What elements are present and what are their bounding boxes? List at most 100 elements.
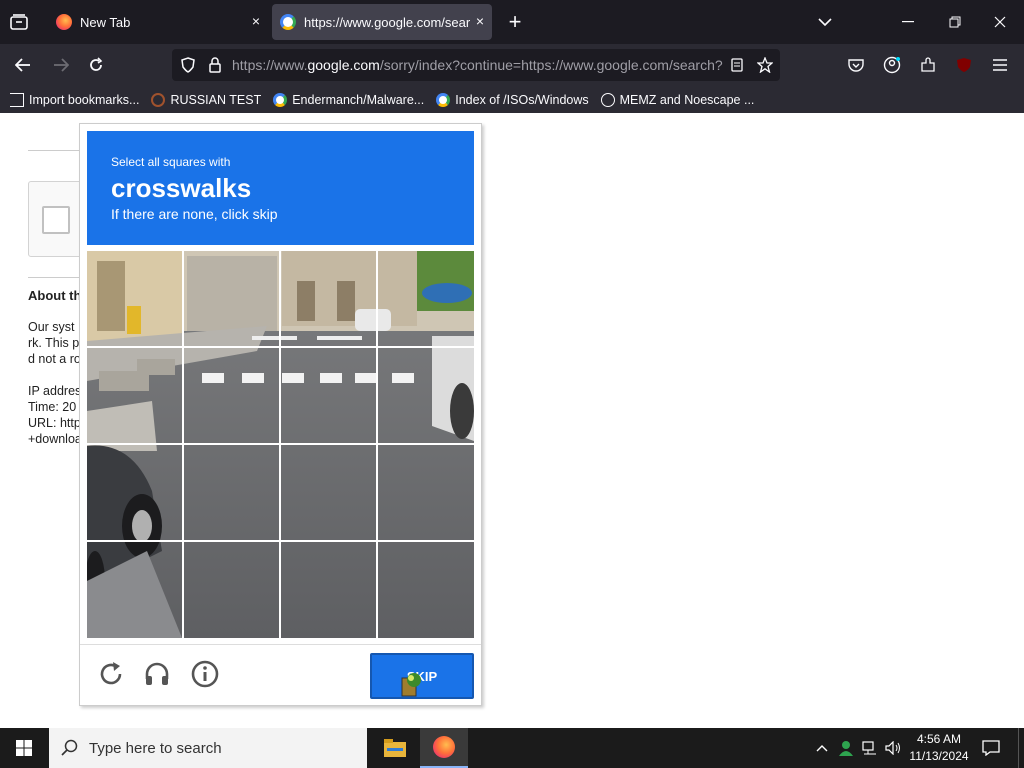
- search-placeholder: Type here to search: [89, 739, 222, 757]
- reddit-icon: [151, 92, 166, 107]
- network-icon[interactable]: [860, 738, 880, 758]
- bookmark-endermanch[interactable]: Endermanch/Malware...: [273, 92, 425, 107]
- bookmarks-toolbar: Import bookmarks... RUSSIAN TEST Enderma…: [0, 86, 1024, 113]
- back-icon[interactable]: [12, 54, 34, 76]
- grid-tile[interactable]: [378, 445, 473, 540]
- captcha-footer: SKIP: [80, 644, 481, 705]
- ublock-icon[interactable]: [954, 55, 974, 75]
- text-line: [28, 367, 82, 383]
- google-icon: [436, 92, 451, 107]
- grid-tile[interactable]: [87, 251, 182, 346]
- import-icon: [10, 92, 24, 107]
- bookmark-memz[interactable]: MEMZ and Noescape ...: [600, 92, 755, 107]
- globe-icon: [600, 92, 615, 107]
- text-line: IP addres: [28, 384, 82, 398]
- info-icon[interactable]: [190, 659, 220, 689]
- bookmark-label: RUSSIAN TEST: [170, 92, 262, 107]
- bookmark-import[interactable]: Import bookmarks...: [10, 92, 140, 107]
- tab-title: New Tab: [80, 14, 131, 30]
- close-tab-icon[interactable]: ×: [252, 13, 260, 29]
- close-window-icon[interactable]: [990, 12, 1010, 32]
- grid-tile[interactable]: [184, 445, 279, 540]
- taskbar: Type here to search 4:56 AM 11/13/2024: [0, 728, 1024, 768]
- notifications-icon[interactable]: [980, 738, 1002, 758]
- captcha-header: Select all squares with crosswalks If th…: [87, 131, 474, 245]
- bookmark-label: Import bookmarks...: [29, 92, 140, 107]
- tab-new-tab[interactable]: New Tab ×: [50, 4, 268, 40]
- menu-icon[interactable]: [990, 55, 1010, 75]
- url-prefix: https://www.: [232, 57, 308, 73]
- captcha-subtext: If there are none, click skip: [111, 206, 278, 222]
- bookmark-russian-test[interactable]: RUSSIAN TEST: [151, 92, 262, 107]
- text-line: Our syst: [28, 320, 75, 334]
- reload-challenge-icon[interactable]: [96, 659, 126, 689]
- text-line: URL: http: [28, 416, 81, 430]
- url-host: google.com: [307, 57, 380, 73]
- grid-tile[interactable]: [184, 348, 279, 443]
- extensions-icon[interactable]: [918, 55, 938, 75]
- search-icon: [61, 739, 78, 756]
- audio-challenge-icon[interactable]: [142, 659, 172, 689]
- grid-tile[interactable]: [87, 542, 182, 637]
- volume-icon[interactable]: [883, 738, 903, 758]
- google-icon: [280, 14, 296, 30]
- lock-icon[interactable]: [205, 55, 225, 75]
- show-desktop[interactable]: [1018, 728, 1024, 768]
- reader-view-icon[interactable]: [727, 55, 747, 75]
- show-hidden-icons[interactable]: [813, 738, 831, 758]
- grid-tile[interactable]: [281, 445, 376, 540]
- grid-tile[interactable]: [87, 348, 182, 443]
- tab-title: https://www.google.com/search?: [304, 14, 470, 30]
- text-line: +downloa: [28, 432, 82, 446]
- minimize-icon[interactable]: [898, 12, 918, 32]
- url-bar[interactable]: https://www. google.com/sorry/index?conti…: [172, 49, 780, 81]
- grid-tile[interactable]: [184, 251, 279, 346]
- clock-time: 4:56 AM: [916, 732, 962, 746]
- grid-tile[interactable]: [378, 542, 473, 637]
- nav-bar: https://www. google.com/sorry/index?conti…: [0, 44, 1024, 86]
- close-tab-icon[interactable]: ×: [476, 13, 484, 29]
- windows-start-icon[interactable]: [0, 728, 48, 768]
- clock-date: 11/13/2024: [909, 749, 969, 763]
- text-line: d not a ro: [28, 352, 81, 366]
- bookmark-label: Index of /ISOs/Windows: [455, 92, 589, 107]
- cursor-icon: [401, 673, 421, 697]
- file-explorer-icon[interactable]: [375, 728, 415, 768]
- grid-tile[interactable]: [281, 348, 376, 443]
- captcha-target: crosswalks: [111, 173, 252, 203]
- bookmark-label: MEMZ and Noescape ...: [619, 92, 755, 107]
- forward-icon[interactable]: [50, 54, 72, 76]
- text-line: Time: 20: [28, 400, 77, 414]
- new-tab-button[interactable]: +: [503, 8, 527, 36]
- grid-tile[interactable]: [378, 251, 473, 346]
- about-text: Our syst rk. This p d not a ro IP addres Tim…: [28, 319, 82, 447]
- bookmark-isos[interactable]: Index of /ISOs/Windows: [436, 92, 589, 107]
- google-icon: [273, 92, 288, 107]
- firefox-taskbar-icon[interactable]: [420, 728, 468, 768]
- account-icon[interactable]: [882, 55, 902, 75]
- shield-icon[interactable]: [178, 55, 198, 75]
- bookmark-label: Endermanch/Malware...: [292, 92, 425, 107]
- recaptcha-checkbox[interactable]: [42, 206, 70, 234]
- text-line: rk. This p: [28, 336, 80, 350]
- url-path: /sorry/index?continue=https://www.google…: [379, 57, 723, 73]
- tab-overview-icon[interactable]: [8, 12, 30, 32]
- grid-tile[interactable]: [184, 542, 279, 637]
- restore-icon[interactable]: [945, 12, 965, 32]
- pocket-icon[interactable]: [846, 55, 866, 75]
- people-icon[interactable]: [836, 738, 856, 758]
- tab-google[interactable]: https://www.google.com/search? ×: [272, 4, 492, 40]
- list-tabs-icon[interactable]: [815, 12, 835, 32]
- grid-tile[interactable]: [378, 348, 473, 443]
- system-clock[interactable]: 4:56 AM 11/13/2024: [904, 731, 974, 765]
- captcha-challenge: Select all squares with crosswalks If th…: [79, 123, 482, 706]
- taskbar-search[interactable]: Type here to search: [49, 728, 367, 768]
- captcha-grid: [87, 251, 474, 638]
- reload-icon[interactable]: [85, 54, 107, 76]
- bookmark-star-icon[interactable]: [755, 55, 775, 75]
- firefox-icon: [56, 14, 72, 30]
- grid-tile[interactable]: [87, 445, 182, 540]
- grid-tile[interactable]: [281, 542, 376, 637]
- grid-tile[interactable]: [281, 251, 376, 346]
- captcha-instruction: Select all squares with: [111, 155, 231, 169]
